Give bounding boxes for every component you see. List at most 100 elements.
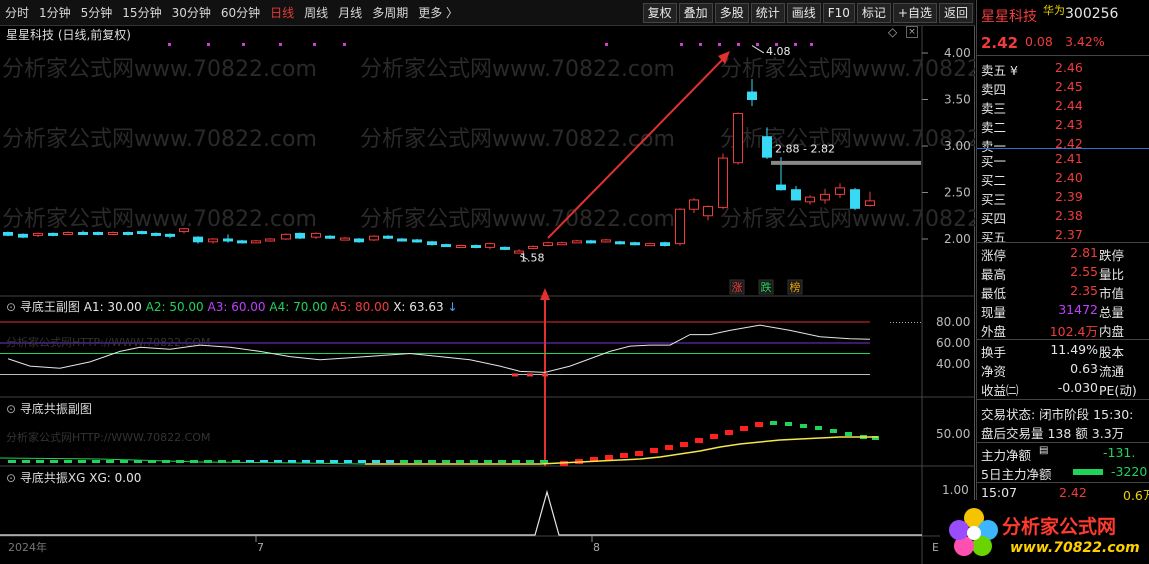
candle-body	[311, 232, 321, 238]
main-flow-label[interactable]: 主力净额	[981, 445, 1031, 464]
candle-body	[251, 240, 261, 244]
pane4-toggle-icon[interactable]: ⊙	[6, 471, 16, 485]
logo-url: www.70822.com	[1010, 540, 1140, 556]
x-axis-month: 7	[257, 541, 264, 554]
pane3-toggle-icon[interactable]: ⊙	[6, 402, 16, 416]
period-tab[interactable]: 30分钟	[167, 4, 216, 21]
toolbar-button[interactable]: 画线	[786, 3, 821, 23]
resonance-segment	[316, 460, 324, 463]
toolbar-button[interactable]: F10	[822, 3, 855, 23]
rising-block	[680, 442, 688, 447]
toolbar-button[interactable]: 复权	[642, 3, 677, 23]
period-tab[interactable]: 更多 〉	[413, 4, 463, 21]
grid-dot	[908, 322, 909, 323]
candle-body	[835, 187, 845, 195]
resonance-segment	[386, 460, 394, 463]
candle-body	[441, 244, 451, 248]
signal-dot	[756, 43, 759, 46]
falling-block	[815, 426, 822, 430]
resonance-segment	[540, 460, 548, 463]
resonance-segment	[400, 460, 408, 463]
y-tick-label: 80.00	[936, 315, 970, 329]
toolbar-button[interactable]: 多股	[714, 3, 749, 23]
candle-body	[123, 231, 133, 235]
rising-block	[605, 455, 613, 460]
grid-dot	[890, 322, 891, 323]
last-price: 2.42	[981, 34, 1019, 52]
period-tab[interactable]: 60分钟	[216, 4, 265, 21]
pane2-x: X: 63.63	[393, 300, 444, 314]
y-tick-label: 2.00	[944, 232, 971, 246]
candle-body	[354, 238, 364, 243]
signal-dot	[605, 43, 608, 46]
resonance-segment	[470, 460, 478, 463]
period-toolbar: 分时 1分钟 5分钟 15分钟 30分钟 60分钟 日线 周线 月线 多周期 更多 〉 复权 叠加 多股统…	[0, 0, 975, 26]
candle-body	[543, 242, 553, 247]
rising-block	[665, 445, 673, 450]
watermark-text: 分析家公式网www.70822.com	[360, 57, 675, 82]
resonance-segment	[358, 460, 366, 463]
resonance-segment	[428, 460, 436, 463]
close-icon[interactable]: ×	[906, 26, 918, 38]
pane2-toggle-icon[interactable]: ⊙	[6, 300, 16, 314]
candle-body	[151, 232, 161, 236]
rising-block	[650, 448, 658, 453]
period-tab[interactable]: 周线	[299, 4, 333, 21]
flow5-bar	[1073, 469, 1103, 475]
doc-icon[interactable]: ▤	[1039, 445, 1048, 456]
yellow-step-line	[365, 436, 878, 465]
toolbar-button[interactable]: 返回	[938, 3, 973, 23]
toolbar-button[interactable]: 叠加	[678, 3, 713, 23]
candle-body	[630, 242, 640, 246]
candle-body	[645, 243, 655, 247]
kline-chart[interactable]: 分析家公式网www.70822.com 分析家公式网www.70822.com 分析…	[0, 26, 1035, 564]
pane4-title-row: ⊙ 寻底共振XG XG: 0.00	[6, 469, 141, 486]
resonance-segment	[50, 460, 58, 463]
period-tab[interactable]: 5分钟	[76, 4, 118, 21]
resonance-segment	[92, 460, 100, 463]
candle-body	[456, 245, 466, 249]
chart-area[interactable]: 分析家公式网www.70822.com 分析家公式网www.70822.com 分析…	[0, 25, 1035, 564]
vertical-arrow-head	[540, 288, 550, 300]
period-tab[interactable]: 多周期	[367, 4, 413, 21]
signal-dot	[313, 43, 316, 46]
watermark-text: 分析家公式网www.70822.com	[2, 57, 317, 82]
y-tick-label: 40.00	[936, 357, 970, 371]
period-tab[interactable]: 月线	[333, 4, 367, 21]
after-hours: 盘后交易量 138 额 3.3万	[981, 426, 1125, 441]
high-pointer	[751, 45, 765, 54]
candle-body	[615, 241, 625, 245]
signal-dot	[737, 43, 740, 46]
resonance-segment	[36, 460, 44, 463]
toolbar-button[interactable]: 统计	[750, 3, 785, 23]
signal-dot	[680, 43, 683, 46]
low-label: 1.58	[520, 251, 545, 264]
main-flow-value: -131.	[1103, 445, 1136, 460]
grid-dot	[917, 322, 918, 323]
period-tab[interactable]: 日线	[265, 4, 299, 21]
toolbar-button[interactable]: 标记	[856, 3, 891, 23]
y-tick-label: 1.00	[942, 483, 969, 497]
trade-state: 交易状态: 闭市阶段 15:30:	[981, 407, 1134, 422]
period-tab[interactable]: 分时	[0, 4, 34, 21]
period-tab[interactable]: 1分钟	[34, 4, 76, 21]
candle-body	[500, 246, 510, 250]
rising-block	[710, 434, 718, 439]
period-tab[interactable]: 15分钟	[117, 4, 166, 21]
grid-dot	[902, 322, 903, 323]
flower-logo-icon	[949, 508, 998, 556]
stock-code: 300256	[1065, 6, 1119, 22]
diamond-icon[interactable]: ◇	[888, 25, 897, 39]
candle-body	[427, 241, 437, 246]
grid-dot	[893, 322, 894, 323]
candle-body	[3, 231, 13, 236]
y-tick-label: 3.00	[944, 139, 971, 153]
flow5-value: -3220	[1111, 464, 1148, 479]
toolbar-button[interactable]: +自选	[892, 3, 937, 23]
candle-body	[397, 238, 407, 242]
resonance-segment	[106, 460, 114, 463]
watermark-text: 分析家公式网www.70822.com	[2, 127, 317, 152]
xg-signal-line	[0, 489, 922, 536]
resonance-segment	[78, 460, 86, 463]
resonance-segment	[414, 460, 422, 463]
